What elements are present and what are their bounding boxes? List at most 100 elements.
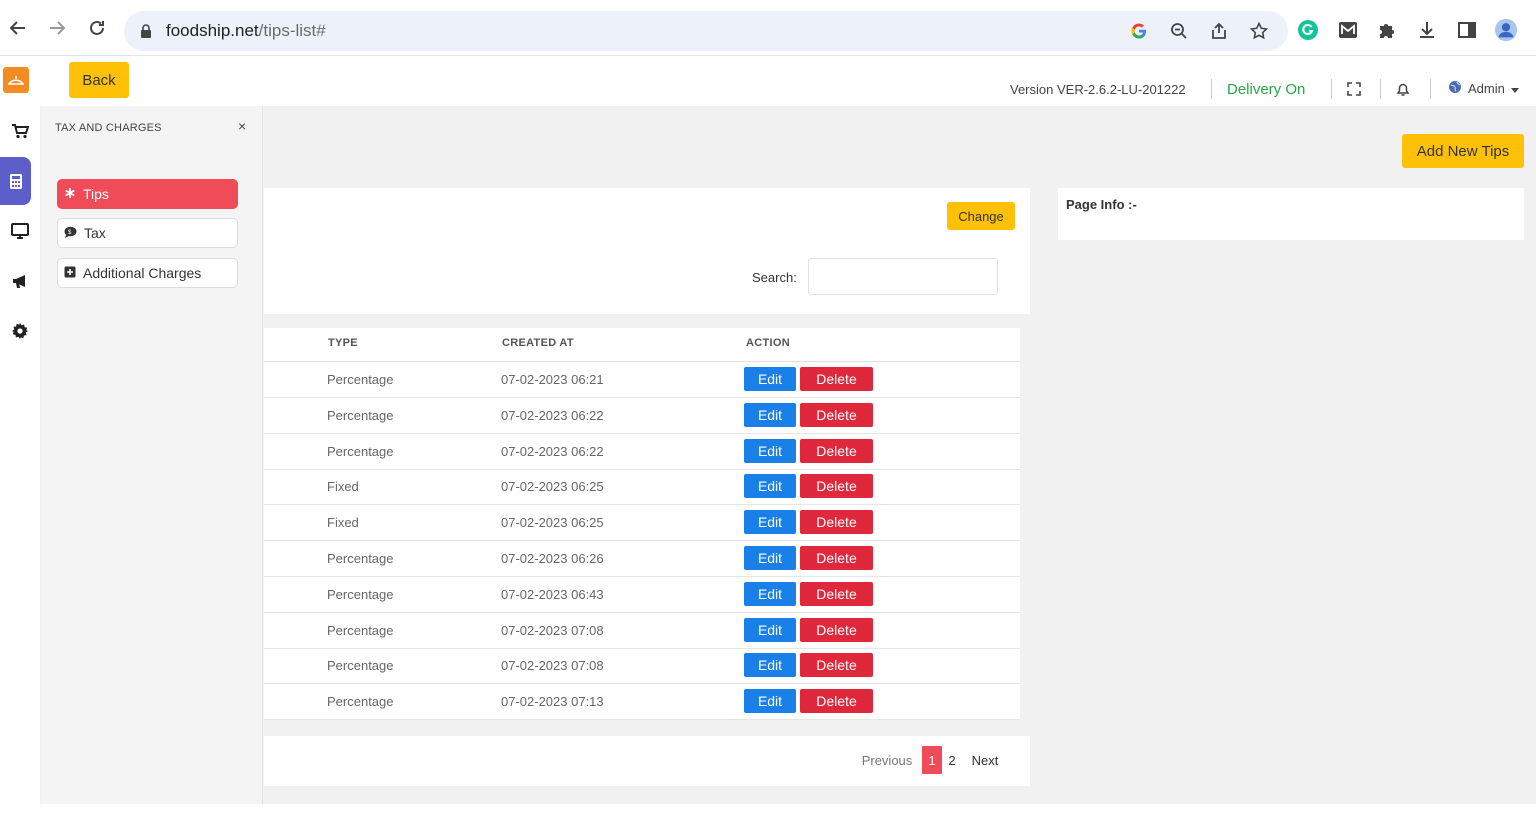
delete-button[interactable]: Delete xyxy=(800,581,873,606)
table-row: Percentage 07-02-2023 07:08 Edit Delete xyxy=(264,613,1020,649)
gear-icon[interactable] xyxy=(0,311,40,351)
app-header xyxy=(0,56,1536,106)
column-header-action: ACTION xyxy=(746,337,790,349)
lock-icon[interactable] xyxy=(140,23,154,39)
panel-title: TAX AND CHARGES xyxy=(55,122,162,134)
cell-created-at: 07-02-2023 06:22 xyxy=(501,407,604,423)
version-label: Version VER-2.6.2-LU-201222 xyxy=(1010,82,1186,97)
page-button-1[interactable]: 1 xyxy=(922,746,942,774)
google-icon[interactable] xyxy=(1128,20,1150,42)
edit-button[interactable]: Edit xyxy=(744,510,796,535)
page-info-card xyxy=(1058,188,1524,240)
table-row: Percentage 07-02-2023 06:21 Edit Delete xyxy=(264,362,1020,398)
delete-button[interactable]: Delete xyxy=(800,402,873,427)
table-row: Percentage 07-02-2023 06:26 Edit Delete xyxy=(264,541,1020,577)
grammarly-icon[interactable] xyxy=(1296,18,1320,42)
column-header-type[interactable]: TYPE xyxy=(328,337,358,349)
edit-button[interactable]: Edit xyxy=(744,689,796,714)
star-icon[interactable] xyxy=(1248,20,1270,42)
panel-item-label: Tips xyxy=(83,186,109,202)
panel-item-tips[interactable]: Tips xyxy=(57,179,238,209)
page-button-2[interactable]: 2 xyxy=(944,746,960,774)
cell-created-at: 07-02-2023 07:08 xyxy=(501,658,604,674)
gmail-icon[interactable] xyxy=(1336,18,1360,42)
previous-page-button[interactable]: Previous xyxy=(856,746,918,774)
table-header: TYPE CREATED AT ACTION xyxy=(264,328,1020,362)
table-row: Percentage 07-02-2023 07:13 Edit Delete xyxy=(264,684,1020,721)
edit-button[interactable]: Edit xyxy=(744,367,796,391)
forward-arrow-icon[interactable] xyxy=(43,14,71,42)
delete-button[interactable]: Delete xyxy=(800,653,873,678)
cell-created-at: 07-02-2023 06:26 xyxy=(501,551,604,566)
edit-button[interactable]: Edit xyxy=(744,581,796,606)
side-panel-icon[interactable] xyxy=(1455,18,1479,42)
delivery-status[interactable]: Delivery On xyxy=(1227,81,1305,98)
panel-item-additional-charges[interactable]: Additional Charges xyxy=(57,258,238,288)
panel-item-tax[interactable]: $ Tax xyxy=(57,218,238,248)
header-divider xyxy=(1430,79,1431,99)
admin-menu[interactable]: Admin xyxy=(1448,80,1519,97)
edit-button[interactable]: Edit xyxy=(744,546,796,570)
cart-icon[interactable] xyxy=(0,111,40,151)
edit-button[interactable]: Edit xyxy=(744,617,796,642)
next-page-button[interactable]: Next xyxy=(966,746,1004,774)
puzzle-icon[interactable] xyxy=(1375,18,1399,42)
calculator-icon[interactable] xyxy=(0,157,31,205)
profile-icon[interactable] xyxy=(1494,18,1518,42)
megaphone-icon[interactable] xyxy=(0,261,40,301)
edit-button[interactable]: Edit xyxy=(744,438,796,463)
cell-created-at: 07-02-2023 06:21 xyxy=(501,372,604,387)
cell-type: Percentage xyxy=(327,586,394,602)
edit-button[interactable]: Edit xyxy=(744,474,796,499)
header-divider xyxy=(1331,79,1332,99)
panel-item-label: Additional Charges xyxy=(83,265,202,281)
tips-table: TYPE CREATED AT ACTION Percentage 07-02-2… xyxy=(264,328,1020,721)
tax-charges-panel: TAX AND CHARGES × Tips $ Tax Additional … xyxy=(41,106,263,804)
browser-toolbar: foodship.net/tips-list# xyxy=(0,0,1536,56)
cell-type: Percentage xyxy=(327,622,394,638)
change-button[interactable]: Change xyxy=(947,202,1015,230)
url-host: foodship.net xyxy=(166,21,259,40)
delete-button[interactable]: Delete xyxy=(800,367,873,391)
cell-type: Percentage xyxy=(327,372,394,387)
search-label: Search: xyxy=(752,270,797,285)
column-header-created-at[interactable]: CREATED AT xyxy=(502,337,574,349)
zoom-icon[interactable] xyxy=(1168,20,1190,42)
delete-button[interactable]: Delete xyxy=(800,510,873,535)
delete-button[interactable]: Delete xyxy=(800,689,873,714)
edit-button[interactable]: Edit xyxy=(744,653,796,678)
delete-button[interactable]: Delete xyxy=(800,474,873,499)
address-bar[interactable]: foodship.net/tips-list# xyxy=(124,11,1288,51)
cell-created-at: 07-02-2023 06:25 xyxy=(501,515,604,531)
delete-button[interactable]: Delete xyxy=(800,438,873,463)
table-row: Percentage 07-02-2023 07:08 Edit Delete xyxy=(264,648,1020,685)
app-logo[interactable] xyxy=(3,67,29,93)
close-icon[interactable]: × xyxy=(238,118,246,134)
download-icon[interactable] xyxy=(1415,18,1439,42)
cell-created-at: 07-02-2023 06:43 xyxy=(501,586,604,602)
plus-square-icon xyxy=(64,265,76,281)
share-icon[interactable] xyxy=(1208,20,1230,42)
monitor-icon[interactable] xyxy=(0,211,40,251)
delete-button[interactable]: Delete xyxy=(800,546,873,570)
page-bottom xyxy=(0,804,1536,816)
table-row: Fixed 07-02-2023 06:25 Edit Delete xyxy=(264,505,1020,542)
cell-type: Percentage xyxy=(327,443,394,459)
asterisk-icon xyxy=(64,186,76,202)
cell-type: Percentage xyxy=(327,658,394,674)
delete-button[interactable]: Delete xyxy=(800,617,873,642)
bell-icon[interactable] xyxy=(1394,80,1412,98)
table-row: Percentage 07-02-2023 06:22 Edit Delete xyxy=(264,434,1020,470)
edit-button[interactable]: Edit xyxy=(744,402,796,427)
reload-icon[interactable] xyxy=(83,14,111,42)
back-button[interactable]: Back xyxy=(69,62,129,98)
search-input[interactable] xyxy=(808,258,998,295)
list-toolbar-card xyxy=(264,188,1030,314)
table-row: Percentage 07-02-2023 06:43 Edit Delete xyxy=(264,577,1020,613)
cell-created-at: 07-02-2023 06:25 xyxy=(501,479,604,495)
header-divider xyxy=(1380,79,1381,99)
add-new-tips-button[interactable]: Add New Tips xyxy=(1402,134,1524,168)
back-arrow-icon[interactable] xyxy=(4,14,32,42)
fullscreen-icon[interactable] xyxy=(1345,80,1363,98)
cell-type: Percentage xyxy=(327,551,394,566)
